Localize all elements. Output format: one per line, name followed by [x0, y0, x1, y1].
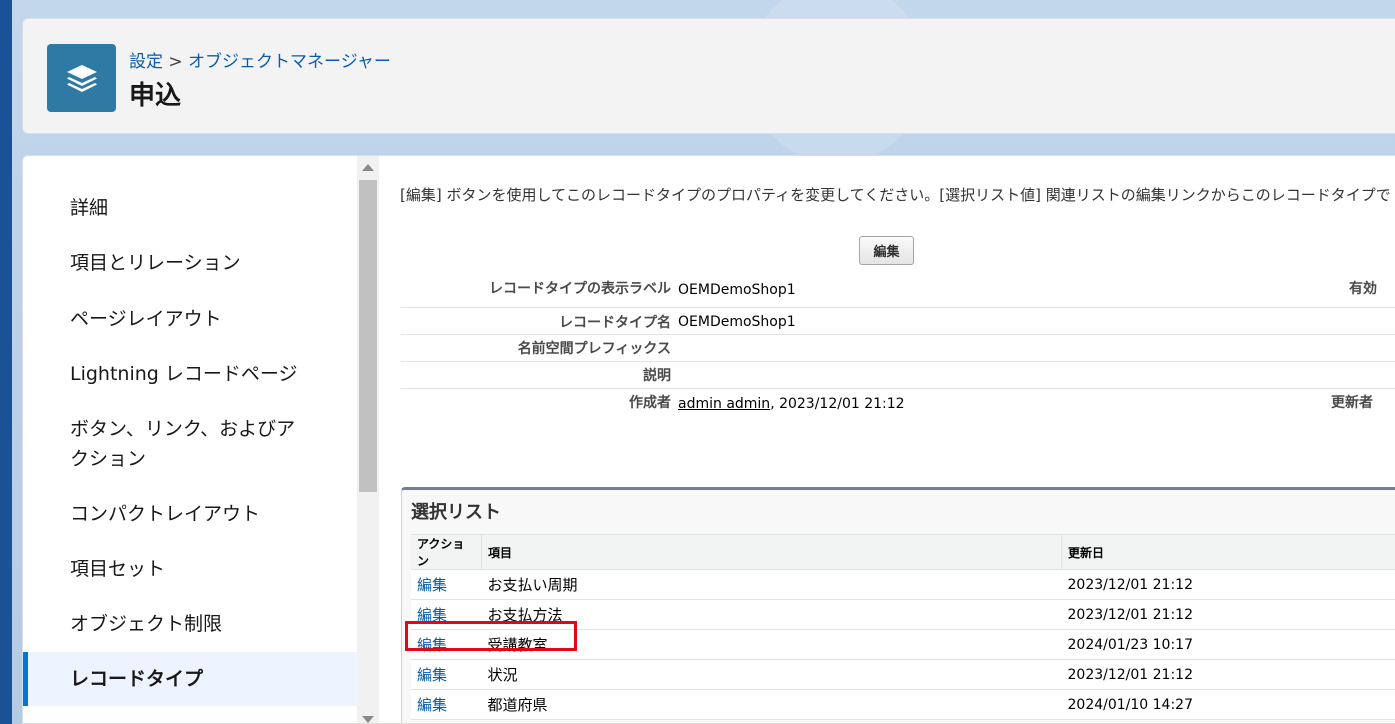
highlight-annotation-box	[405, 621, 577, 651]
table-row: 編集 都道府県 2024/01/10 14:27	[411, 689, 1395, 720]
sidebar-item-page-layouts[interactable]: ページレイアウト	[23, 304, 357, 334]
detail-row-created-by: 作成者 admin admin, 2023/12/01 21:12 更新者	[401, 389, 1395, 419]
sidebar-scrollbar[interactable]	[357, 156, 379, 723]
created-by-label: 作成者	[629, 395, 671, 411]
detail-row-description: 説明	[401, 362, 1395, 389]
sidebar-item-lightning-record-pages[interactable]: Lightning レコードページ	[23, 359, 357, 389]
record-type-name-value: OEMDemoShop1	[678, 314, 796, 330]
active-label: 有効	[1349, 281, 1377, 297]
edit-button[interactable]: 編集	[859, 236, 914, 265]
field-name: 状況	[481, 659, 1062, 690]
updated-date: 2024/01/10 14:27	[1061, 689, 1395, 720]
edit-link[interactable]: 編集	[417, 696, 447, 714]
scroll-down-arrow-icon[interactable]	[362, 716, 374, 723]
picklist-title: 選択リスト	[411, 502, 501, 523]
description-label: 説明	[643, 368, 671, 384]
field-name: お支払い周期	[481, 569, 1062, 600]
detail-row-namespace: 名前空間プレフィックス	[401, 335, 1395, 362]
sidebar-item-label: ボタン、リンク、およびア	[70, 418, 296, 440]
modified-by-label: 更新者	[1331, 395, 1373, 411]
display-label-value: OEMDemoShop1	[678, 282, 796, 298]
sidebar-item-label: クション	[70, 448, 147, 470]
table-row: 編集 お支払い周期 2023/12/01 21:12	[411, 569, 1395, 600]
breadcrumb: 設定 > オブジェクトマネージャー	[129, 47, 391, 72]
scroll-up-arrow-icon[interactable]	[362, 164, 374, 171]
column-header-field: 項目	[481, 534, 1062, 570]
picklist-related-list: 選択リスト アクション 項目 更新日 編集 お支払い周期 2023/12/01 …	[401, 487, 1395, 723]
detail-row-display-label: レコードタイプの表示ラベル OEMDemoShop1 有効	[401, 274, 1395, 308]
breadcrumb-separator: >	[168, 52, 183, 72]
record-type-description-text: [編集] ボタンを使用してこのレコードタイプのプロパティを変更してください。[選…	[400, 186, 1391, 204]
created-by-value: admin admin, 2023/12/01 21:12	[678, 396, 905, 412]
table-header-row: アクション 項目 更新日	[411, 534, 1395, 570]
created-by-user-link[interactable]: admin admin	[678, 396, 770, 412]
sidebar-item-field-sets[interactable]: 項目セット	[23, 554, 357, 584]
edit-link[interactable]: 編集	[417, 576, 447, 594]
sidebar-item-details[interactable]: 詳細	[23, 193, 357, 223]
updated-date: 2024/01/23 10:17	[1061, 629, 1395, 660]
updated-date: 2023/12/01 21:12	[1061, 599, 1395, 630]
breadcrumb-object-manager-link[interactable]: オブジェクトマネージャー	[188, 52, 391, 72]
sidebar-item-buttons-links-actions[interactable]: ボタン、リンク、およびア クション	[23, 414, 357, 474]
edit-link[interactable]: 編集	[417, 666, 447, 684]
display-label-label: レコードタイプの表示ラベル	[489, 281, 671, 297]
breadcrumb-setup-link[interactable]: 設定	[129, 52, 163, 72]
updated-date: 2023/12/01 21:12	[1061, 569, 1395, 600]
namespace-prefix-label: 名前空間プレフィックス	[517, 341, 671, 357]
sidebar-item-fields-relationships[interactable]: 項目とリレーション	[23, 248, 357, 278]
sidebar: 詳細 項目とリレーション ページレイアウト Lightning レコードページ …	[23, 156, 357, 723]
column-header-updated: 更新日	[1061, 534, 1395, 570]
table-row: 編集 状況 2023/12/01 21:12	[411, 659, 1395, 690]
detail-row-name: レコードタイプ名 OEMDemoShop1	[401, 308, 1395, 335]
sidebar-item-record-types[interactable]: レコードタイプ	[23, 652, 357, 706]
column-header-action: アクション	[411, 534, 482, 570]
sidebar-item-compact-layouts[interactable]: コンパクトレイアウト	[23, 499, 357, 529]
record-type-name-label: レコードタイプ名	[559, 315, 671, 331]
updated-date: 2023/12/01 21:12	[1061, 659, 1395, 690]
field-name: 都道府県	[481, 689, 1062, 720]
page-header: 設定 > オブジェクトマネージャー 申込	[22, 18, 1395, 134]
sidebar-item-object-limits[interactable]: オブジェクト制限	[23, 609, 357, 639]
scrollbar-thumb[interactable]	[359, 180, 377, 492]
main-panel: 詳細 項目とリレーション ページレイアウト Lightning レコードページ …	[22, 155, 1395, 724]
layers-icon	[47, 44, 116, 112]
left-edge-strip	[0, 0, 12, 724]
page-title: 申込	[129, 81, 182, 111]
created-by-date: , 2023/12/01 21:12	[770, 396, 905, 412]
